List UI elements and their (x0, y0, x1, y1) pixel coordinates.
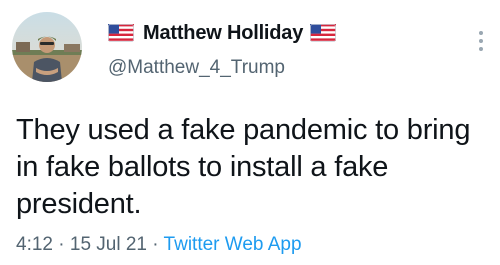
tweet-time[interactable]: 4:12 (16, 234, 53, 255)
more-dot (479, 31, 483, 35)
avatar[interactable] (12, 12, 82, 82)
tweet-card: Matthew Holliday @Matthew_4_Trump They u… (0, 0, 500, 265)
more-dot (479, 39, 483, 43)
more-options-icon[interactable] (472, 24, 490, 58)
us-flag-icon (108, 22, 134, 44)
tweet-meta: 4:12 · 15 Jul 21 · Twitter Web App (16, 234, 302, 256)
meta-separator: · (147, 234, 164, 255)
tweet-date[interactable]: 15 Jul 21 (70, 234, 147, 255)
author-name-row[interactable]: Matthew Holliday (108, 15, 337, 51)
us-flag-icon (310, 22, 337, 44)
tweet-source-link[interactable]: Twitter Web App (164, 234, 302, 255)
author-handle[interactable]: @Matthew_4_Trump (108, 57, 285, 79)
tweet-text: They used a fake pandemic to bring in fa… (16, 114, 471, 220)
more-dot (479, 47, 483, 51)
meta-separator: · (52, 234, 70, 255)
author-display-name[interactable]: Matthew Holliday (143, 22, 303, 45)
